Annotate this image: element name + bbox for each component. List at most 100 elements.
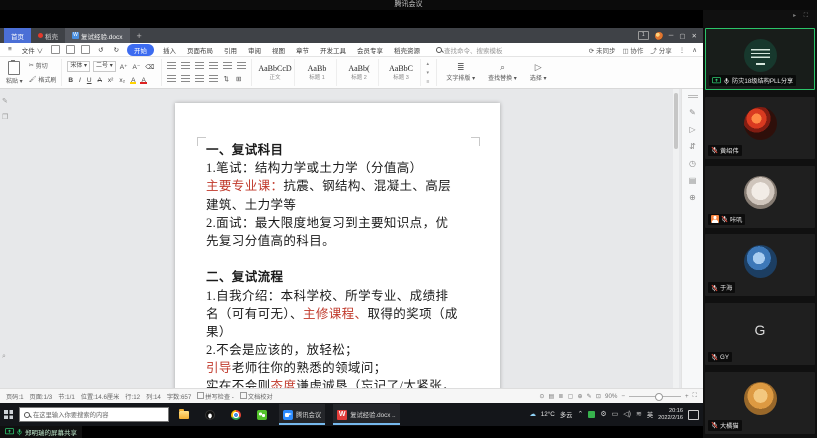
tray-app-icon[interactable] [588, 411, 595, 418]
tab-docer[interactable]: 稻壳 [31, 28, 65, 43]
taskbar-search-input[interactable]: 在这里输入你要搜索的内容 [19, 407, 169, 422]
clock[interactable]: 20:16 2022/2/16 [658, 408, 683, 421]
sort-icon[interactable] [237, 62, 246, 70]
text-layout-button[interactable]: ≣ 文字排版 ▾ [442, 59, 479, 86]
outline-view-icon[interactable]: ≣ [558, 393, 563, 400]
undo-icon[interactable]: ↺ [96, 45, 105, 55]
decrease-indent-icon[interactable] [195, 62, 204, 70]
network-icon[interactable]: ≋ [636, 411, 642, 419]
strikethrough-button[interactable]: A [97, 77, 103, 84]
more-menu-icon[interactable]: ⋮ [679, 46, 686, 54]
paste-button[interactable]: 粘贴 ▾ [4, 61, 25, 85]
ink-pen-icon[interactable]: ✎ [689, 109, 696, 117]
eye-protect-icon[interactable]: ⊙ [539, 393, 544, 400]
menu-hamburger-icon[interactable]: ≡ [6, 45, 14, 54]
select-button[interactable]: ▷ 选择 ▾ [526, 59, 551, 86]
maximize-button[interactable]: ▢ [679, 32, 685, 40]
volume-icon[interactable]: ◁) [623, 411, 631, 419]
tray-expand-icon[interactable]: ⌃ [577, 411, 583, 419]
taskbar-app-qq[interactable] [201, 404, 219, 425]
clear-format-icon[interactable]: ⌫ [144, 63, 155, 71]
vertical-scrollbar[interactable] [673, 89, 679, 388]
superscript-button[interactable]: x² [107, 77, 114, 84]
taskbar-app-explorer[interactable] [175, 404, 193, 425]
history-icon[interactable]: ◷ [689, 160, 696, 168]
menu-file[interactable]: 文件 ∨ [20, 44, 45, 56]
menu-item-开始[interactable]: 开始 [127, 44, 154, 56]
menu-item-页面布局[interactable]: 页面布局 [185, 44, 215, 56]
font-name-select[interactable]: 宋体 ▾ [67, 61, 90, 72]
bold-button[interactable]: B [67, 77, 74, 84]
proofing-button[interactable]: 文档校对 [240, 392, 273, 401]
subscript-button[interactable]: x₂ [118, 77, 126, 84]
pointer-icon[interactable]: ▷ [689, 126, 695, 134]
participant-tile[interactable]: 于海 [705, 234, 815, 296]
fullscreen-icon[interactable]: ⛶ [693, 392, 697, 400]
find-replace-button[interactable]: ⌕ 查找替换 ▾ [484, 59, 521, 86]
tab-home[interactable]: 首页 [4, 28, 31, 43]
participant-tile[interactable]: 咔叽 [705, 166, 815, 228]
help-icon[interactable]: ⊕ [689, 194, 696, 202]
action-center-icon[interactable] [688, 410, 699, 420]
align-center-icon[interactable] [181, 75, 190, 83]
command-search[interactable]: 查找命令、搜索模板 [436, 45, 503, 55]
menu-item-引用[interactable]: 引用 [222, 44, 239, 56]
cut-button[interactable]: ✂ 剪切 [29, 61, 57, 70]
read-view-icon[interactable]: ▢ [568, 393, 574, 400]
tab-document[interactable]: W 复试经验.docx [65, 28, 130, 43]
page-jump-icon[interactable]: ⇵ [689, 143, 696, 151]
font-color-button[interactable]: A [140, 77, 146, 84]
format-painter-button[interactable]: 🖌 格式刷 [29, 75, 57, 84]
fit-page-icon[interactable]: ⊡ [596, 393, 601, 400]
menu-item-稻壳资源[interactable]: 稻壳资源 [392, 44, 422, 56]
menu-item-开发工具[interactable]: 开发工具 [318, 44, 348, 56]
bullet-list-icon[interactable] [167, 62, 176, 70]
side-pencil-icon[interactable]: ✎ [2, 97, 8, 105]
collapse-ribbon-icon[interactable]: ∧ [692, 46, 697, 54]
align-left-icon[interactable] [167, 75, 176, 83]
participant-tile[interactable]: 防灾18级结构PLL分享 [705, 28, 815, 90]
zoom-knob[interactable] [655, 393, 663, 401]
weather-temp[interactable]: 12°C [541, 411, 555, 418]
style-正文[interactable]: AaBbCcD正文 [257, 59, 295, 86]
scrollbar-thumb[interactable] [674, 93, 678, 149]
style-标题 3[interactable]: AaBbC标题 3 [383, 59, 421, 86]
ime-indicator[interactable]: 英 [647, 410, 653, 419]
web-view-icon[interactable]: ⊕ [577, 393, 582, 400]
share-banner[interactable]: 郑明瑞的屏幕共享 [0, 426, 82, 438]
style-gallery-scroll[interactable]: ▴▾≡ [425, 59, 432, 86]
shading-icon[interactable]: ⊞ [235, 75, 242, 83]
style-标题 2[interactable]: AaBb(标题 2 [341, 59, 379, 86]
page-view-icon[interactable]: ▤ [549, 393, 555, 400]
menu-item-章节[interactable]: 章节 [294, 44, 311, 56]
minimize-button[interactable]: ─ [669, 32, 674, 39]
justify-icon[interactable] [209, 75, 218, 83]
participant-tile[interactable]: 大橘猫 [705, 372, 815, 434]
taskbar-app-wps[interactable]: W复试经验.docx .. [333, 404, 400, 425]
menu-item-审阅[interactable]: 审阅 [246, 44, 263, 56]
zoom-slider[interactable] [629, 396, 681, 397]
display-icon[interactable]: ▭ [612, 411, 619, 419]
shrink-font-button[interactable]: A⁻ [132, 63, 142, 71]
grow-font-button[interactable]: A⁺ [119, 63, 129, 71]
share-button[interactable]: ⤴ 分享 [650, 45, 671, 55]
menu-item-插入[interactable]: 插入 [161, 44, 178, 56]
italic-button[interactable]: I [78, 77, 82, 84]
weather-icon[interactable]: ☁ [529, 411, 535, 418]
taskbar-app-chrome[interactable] [227, 404, 245, 425]
new-tab-button[interactable]: + [130, 28, 149, 43]
drag-handle[interactable] [688, 95, 698, 98]
menu-item-会员专享[interactable]: 会员专享 [355, 44, 385, 56]
zoom-out-button[interactable]: − [621, 393, 625, 400]
collaborate-button[interactable]: ◫ 协作 [622, 45, 643, 55]
spell-check-button[interactable]: 拼写检查 - [197, 392, 234, 401]
ink-icon[interactable]: ✎ [587, 393, 592, 400]
weather-desc[interactable]: 多云 [560, 410, 573, 419]
print-icon[interactable] [66, 45, 75, 54]
thumbnail-icon[interactable]: ▤ [689, 177, 697, 185]
redo-icon[interactable]: ↻ [112, 45, 121, 55]
underline-button[interactable]: U [86, 77, 93, 84]
zoom-in-button[interactable]: + [685, 393, 689, 400]
highlight-color-button[interactable]: A [130, 77, 136, 84]
account-avatar[interactable] [655, 32, 663, 40]
